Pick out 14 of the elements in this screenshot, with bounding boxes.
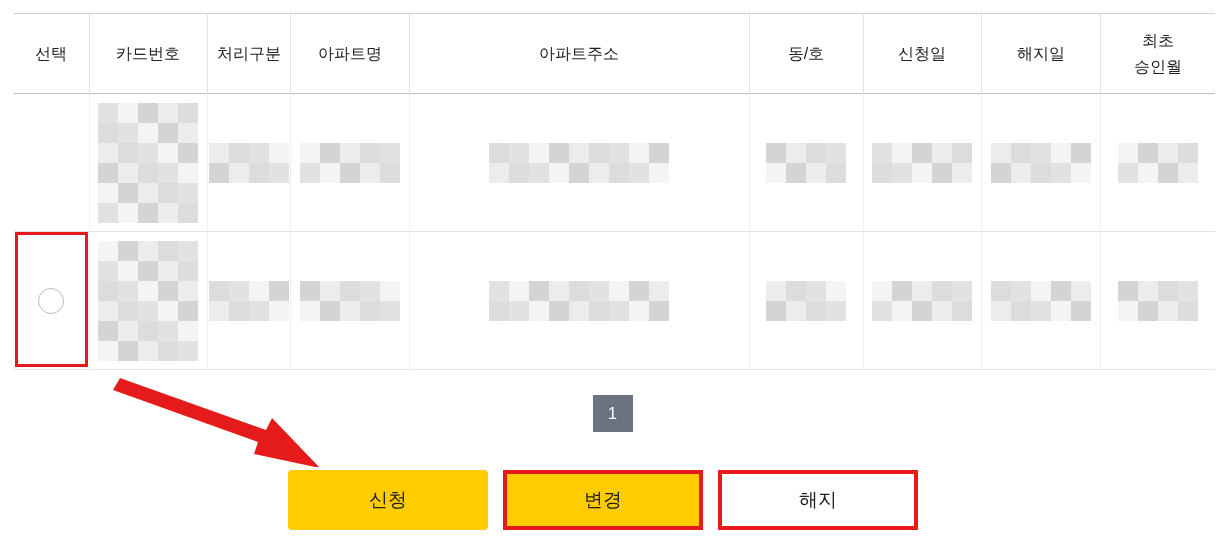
column-header: 최초 승인월: [1133, 31, 1182, 75]
action-button[interactable]: 신청: [287, 470, 488, 530]
action-button[interactable]: 변경: [502, 470, 703, 530]
column-header: 처리구분: [216, 44, 281, 62]
column-header: 해지일: [1016, 44, 1065, 62]
page-button[interactable]: 1: [592, 395, 633, 432]
column-header: 아파트주소: [539, 44, 619, 62]
column-header: 카드번호: [116, 44, 180, 62]
radio-button[interactable]: [38, 287, 65, 314]
column-header: 선택: [35, 44, 68, 62]
column-header: 아파트명: [317, 44, 382, 62]
column-header: 신청일: [898, 44, 946, 62]
column-header: 동/호: [787, 44, 825, 62]
action-button[interactable]: 해지: [717, 470, 918, 530]
